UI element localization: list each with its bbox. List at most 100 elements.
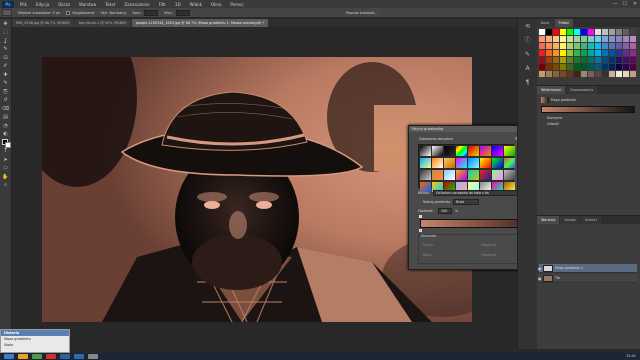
color-swatch[interactable]	[560, 71, 566, 77]
color-swatch[interactable]	[595, 57, 601, 63]
minimize-button[interactable]: —	[610, 0, 620, 8]
color-swatch[interactable]	[602, 29, 608, 35]
color-swatch[interactable]	[602, 57, 608, 63]
color-swatch[interactable]	[581, 43, 587, 49]
color-swatch[interactable]	[630, 29, 636, 35]
color-swatch[interactable]	[595, 64, 601, 70]
gradient-preset[interactable]	[480, 146, 491, 156]
name-field[interactable]: Od koloru narzędzia do koloru tła	[433, 190, 521, 196]
tab-color[interactable]: Kolor	[537, 19, 554, 27]
color-swatch[interactable]	[616, 64, 622, 70]
color-swatch[interactable]	[546, 43, 552, 49]
quick-select-tool-icon[interactable]: ✎	[2, 46, 10, 53]
color-swatch[interactable]	[623, 29, 629, 35]
dodge-tool-icon[interactable]: ◐	[2, 131, 10, 138]
color-swatch[interactable]	[567, 43, 573, 49]
color-swatch[interactable]	[623, 36, 629, 42]
color-swatch[interactable]	[616, 43, 622, 49]
menu-10[interactable]: Pomoc	[230, 2, 243, 7]
color-swatch[interactable]	[567, 50, 573, 56]
color-swatch[interactable]	[553, 29, 559, 35]
paragraph-panel-icon[interactable]: ¶	[522, 79, 534, 87]
color-swatch[interactable]	[609, 43, 615, 49]
color-swatch[interactable]	[616, 29, 622, 35]
gradient-preset[interactable]	[444, 158, 455, 168]
height-field[interactable]	[175, 9, 190, 16]
color-swatch[interactable]	[546, 64, 552, 70]
color-swatch[interactable]	[609, 64, 615, 70]
color-swatch[interactable]	[546, 29, 552, 35]
color-swatch[interactable]	[546, 57, 552, 63]
color-swatch[interactable]	[588, 71, 594, 77]
menu-2[interactable]: Obraz	[58, 2, 70, 7]
color-swatch[interactable]	[602, 71, 608, 77]
color-swatch[interactable]	[595, 43, 601, 49]
background-color-swatch[interactable]	[5, 142, 11, 148]
menu-0[interactable]: Plik	[20, 2, 27, 7]
taskbar-app-icon[interactable]	[4, 354, 14, 359]
color-swatch[interactable]	[623, 64, 629, 70]
feather-option[interactable]: Miękkie krawędzie: 0 px	[18, 11, 60, 15]
color-swatch[interactable]	[560, 57, 566, 63]
taskbar-app-icon[interactable]	[46, 354, 56, 359]
layer-row[interactable]: ● Mapa gradientu 1	[538, 264, 637, 273]
antialias-checkbox[interactable]	[66, 10, 71, 15]
color-swatch[interactable]	[609, 71, 615, 77]
tab-channels[interactable]: Kanały	[560, 216, 580, 224]
gradient-preset[interactable]	[504, 170, 515, 180]
color-swatch[interactable]	[581, 64, 587, 70]
color-swatch[interactable]	[560, 29, 566, 35]
color-swatch[interactable]	[588, 43, 594, 49]
lasso-tool-icon[interactable]: ʆ	[2, 38, 10, 45]
brush-tool-icon[interactable]: ✎	[2, 80, 10, 87]
color-swatch[interactable]	[623, 50, 629, 56]
color-swatch[interactable]	[609, 50, 615, 56]
refine-edge-button[interactable]: Popraw krawędź...	[346, 11, 378, 15]
gradient-preset[interactable]	[468, 158, 479, 168]
gradient-preset[interactable]	[432, 170, 443, 180]
shape-tool-icon[interactable]: ▭	[2, 165, 10, 172]
color-swatch[interactable]	[546, 36, 552, 42]
color-swatch[interactable]	[595, 71, 601, 77]
antialias-option[interactable]: Wygładzanie	[66, 10, 95, 15]
color-swatch[interactable]	[574, 50, 580, 56]
color-swatch[interactable]	[609, 36, 615, 42]
visibility-eye-icon[interactable]: ●	[538, 264, 542, 273]
gradient-preset[interactable]	[492, 158, 503, 168]
gradient-preset[interactable]	[432, 158, 443, 168]
color-swatch[interactable]	[616, 57, 622, 63]
blur-tool-icon[interactable]: ◔	[2, 123, 10, 130]
gradient-preset[interactable]	[444, 146, 455, 156]
tab-layers[interactable]: Warstwy	[537, 216, 560, 224]
color-swatch[interactable]	[539, 29, 545, 35]
gradient-preset[interactable]	[492, 170, 503, 180]
color-swatch[interactable]	[560, 43, 566, 49]
color-swatch[interactable]	[574, 64, 580, 70]
history-panel-icon[interactable]: ⟲	[522, 23, 534, 31]
menu-3[interactable]: Warstwa	[79, 2, 96, 7]
color-swatch[interactable]	[630, 71, 636, 77]
color-swatch[interactable]	[595, 36, 601, 42]
color-swatch[interactable]	[623, 71, 629, 77]
zoom-tool-icon[interactable]: ⌕	[2, 182, 10, 189]
crop-tool-icon[interactable]: ⊡	[2, 55, 10, 62]
gradient-preset[interactable]	[504, 158, 515, 168]
eraser-tool-icon[interactable]: ⌫	[2, 106, 10, 113]
menu-6[interactable]: Filtr	[159, 2, 166, 7]
color-swatch[interactable]	[539, 64, 545, 70]
info-panel-icon[interactable]: ⓘ	[522, 37, 534, 45]
color-swatch[interactable]	[630, 57, 636, 63]
color-swatch[interactable]	[630, 43, 636, 49]
gradient-preset[interactable]	[492, 146, 503, 156]
clone-tool-icon[interactable]: ⎘	[2, 89, 10, 96]
color-swatch[interactable]	[616, 36, 622, 42]
color-swatch[interactable]	[595, 29, 601, 35]
color-swatch[interactable]	[553, 71, 559, 77]
dither-option[interactable]: Rozmycie	[547, 116, 562, 120]
tool-preset-picker[interactable]	[2, 9, 12, 16]
taskbar-app-icon[interactable]	[18, 354, 28, 359]
visibility-eye-icon[interactable]: ●	[538, 274, 542, 283]
color-swatch[interactable]	[588, 29, 594, 35]
color-swatch[interactable]	[581, 71, 587, 77]
color-swatch[interactable]	[595, 50, 601, 56]
